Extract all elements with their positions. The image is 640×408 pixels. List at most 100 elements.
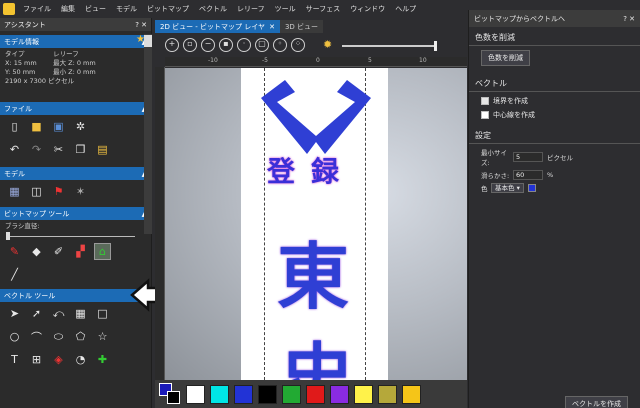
swatch-olive[interactable]	[378, 384, 397, 404]
kanji-east: 東	[277, 235, 350, 319]
settings-gear-icon[interactable]: ✲	[72, 118, 89, 135]
zoom-out-icon[interactable]: −	[201, 37, 215, 52]
polygon-icon[interactable]: ⬠	[72, 328, 89, 345]
menu-tools[interactable]: ツール	[270, 4, 301, 14]
zoom-model-icon[interactable]: ◦	[273, 37, 287, 52]
smoothness-label: 滑らかさ:	[481, 172, 510, 180]
menu-vector[interactable]: ベクトル	[194, 4, 232, 14]
model-y: Y: 50 mm	[5, 68, 36, 76]
menu-view[interactable]: ビュー	[80, 4, 111, 14]
left-scrollbar[interactable]	[144, 34, 152, 234]
color-select[interactable]: 基本色 ▾	[491, 183, 524, 193]
grid-icon[interactable]: ▦	[72, 305, 89, 322]
design-canvas[interactable]: 登録 東 史	[165, 68, 467, 380]
bitmap-tools-header[interactable]: ビットマップ ツール ▲	[0, 207, 151, 220]
zoom-selection-icon[interactable]: ⁘	[291, 37, 305, 52]
node-edit-icon[interactable]: ➚	[28, 305, 45, 322]
menu-surface[interactable]: サーフェス	[301, 4, 346, 14]
weld-icon[interactable]: ◔	[72, 351, 89, 368]
text-icon[interactable]: T	[6, 351, 23, 368]
file-header[interactable]: ファイル ▲	[0, 102, 151, 115]
swatch-green[interactable]	[282, 384, 301, 404]
tab-2d-view[interactable]: 2D ビュー - ビットマップ レイヤ ✕	[155, 20, 280, 33]
create-centerline-checkbox[interactable]: 中心線を作成	[481, 110, 640, 120]
smoothness-input[interactable]: 60	[513, 170, 543, 180]
swatch-cyan[interactable]	[210, 384, 229, 404]
swatch-black[interactable]	[258, 384, 277, 404]
undo-icon[interactable]: ↶	[6, 141, 23, 158]
menu-edit[interactable]: 編集	[56, 4, 80, 14]
vector-tools-header[interactable]: ベクトル ツール ▲	[0, 289, 151, 302]
model-setup-icon[interactable]: ▦	[6, 183, 23, 200]
origin-flag-icon[interactable]: ⚑	[50, 183, 67, 200]
reduce-colors-button[interactable]: 色数を削減	[481, 50, 530, 66]
rectangle-icon[interactable]: □	[94, 305, 111, 322]
paste-icon[interactable]: ▤	[94, 141, 111, 158]
copy-icon[interactable]: ❐	[72, 141, 89, 158]
color-chip[interactable]	[527, 184, 536, 192]
model-size-icon[interactable]: ◫	[28, 183, 45, 200]
menu-model[interactable]: モデル	[111, 4, 142, 14]
zoom-fit-icon[interactable]: ▫	[183, 37, 197, 52]
swatch-red[interactable]	[306, 384, 325, 404]
light-bulb-icon[interactable]: ✹	[323, 38, 332, 51]
vector-shapes: ○ ⌒ ⬭ ⬠ ☆	[0, 325, 151, 348]
material-star-icon[interactable]: ✶	[72, 183, 89, 200]
eyedropper-icon[interactable]: ✐	[50, 243, 67, 260]
transform-icon[interactable]: ⤺	[50, 305, 67, 322]
brush-slider[interactable]	[6, 232, 145, 240]
zoom-box-icon[interactable]: ▪	[219, 37, 233, 52]
bitmap-to-vector-icon[interactable]: ⌂	[94, 243, 111, 260]
open-folder-icon[interactable]: ■	[28, 118, 45, 135]
new-file-icon[interactable]: ▯	[6, 118, 23, 135]
save-icon[interactable]: ▣	[50, 118, 67, 135]
add-icon[interactable]: ✚	[94, 351, 111, 368]
star-icon[interactable]: ☆	[94, 328, 111, 345]
model-info-header[interactable]: モデル情報 ▲	[0, 35, 151, 48]
text-tool-icon[interactable]: ⊞	[28, 351, 45, 368]
menu-bitmap[interactable]: ビットマップ	[142, 4, 194, 14]
menu-relief[interactable]: レリーフ	[232, 4, 270, 14]
ruler-label: 10	[419, 57, 427, 64]
fill-bucket-icon[interactable]: ◆	[28, 243, 45, 260]
swatch-purple[interactable]	[330, 384, 349, 404]
redo-icon[interactable]: ↷	[28, 141, 45, 158]
close-icon[interactable]: ✕	[269, 23, 275, 31]
ruler-vertical	[155, 67, 165, 380]
color-palette	[155, 380, 467, 408]
tab-3d-view[interactable]: 3D ビュー	[279, 20, 324, 33]
select-arrow-icon[interactable]: ➤	[6, 305, 23, 322]
swatch-yellow[interactable]	[354, 384, 373, 404]
menu-window[interactable]: ウィンドウ	[345, 4, 390, 14]
create-vectors-button[interactable]: ベクトルを作成	[565, 396, 628, 408]
swatch-gold[interactable]	[402, 384, 421, 404]
color-swap-icon[interactable]: ▞	[72, 243, 89, 260]
line-tool-icon[interactable]: ╱	[6, 266, 23, 283]
zoom-page-icon[interactable]: ▢	[255, 37, 269, 52]
checkbox-checked[interactable]	[481, 97, 489, 105]
create-boundary-checkbox[interactable]: 境界を作成	[481, 96, 640, 106]
swatch-white[interactable]	[186, 384, 205, 404]
pencil-icon[interactable]: ✎	[6, 243, 23, 260]
cut-icon[interactable]: ✂	[50, 141, 67, 158]
menu-file[interactable]: ファイル	[18, 4, 56, 14]
menu-help[interactable]: ヘルプ	[390, 4, 421, 14]
model-header[interactable]: モデル ▲	[0, 167, 151, 180]
brightness-slider[interactable]	[342, 40, 438, 51]
emblem-shape	[261, 80, 371, 154]
panel-controls[interactable]: ? ✕	[623, 15, 635, 23]
polyline-icon[interactable]: ⌒	[28, 328, 45, 345]
zoom-region-icon[interactable]: ·	[237, 37, 251, 52]
panel-controls[interactable]: ? ✕	[135, 21, 147, 29]
app-icon	[3, 2, 15, 15]
checkbox-unchecked[interactable]	[481, 111, 489, 119]
circle-icon[interactable]: ○	[6, 328, 23, 345]
primary-secondary-colors[interactable]	[159, 383, 181, 405]
zoom-in-icon[interactable]: +	[165, 37, 179, 52]
swatch-blue[interactable]	[234, 384, 253, 404]
model-pixels: 2190 x 7300 ピクセル	[5, 77, 75, 85]
vector-tools: ➤ ➚ ⤺ ▦ □	[0, 302, 151, 325]
ellipse-icon[interactable]: ⬭	[50, 328, 67, 345]
offset-icon[interactable]: ◈	[50, 351, 67, 368]
min-size-input[interactable]: 5	[513, 152, 543, 162]
